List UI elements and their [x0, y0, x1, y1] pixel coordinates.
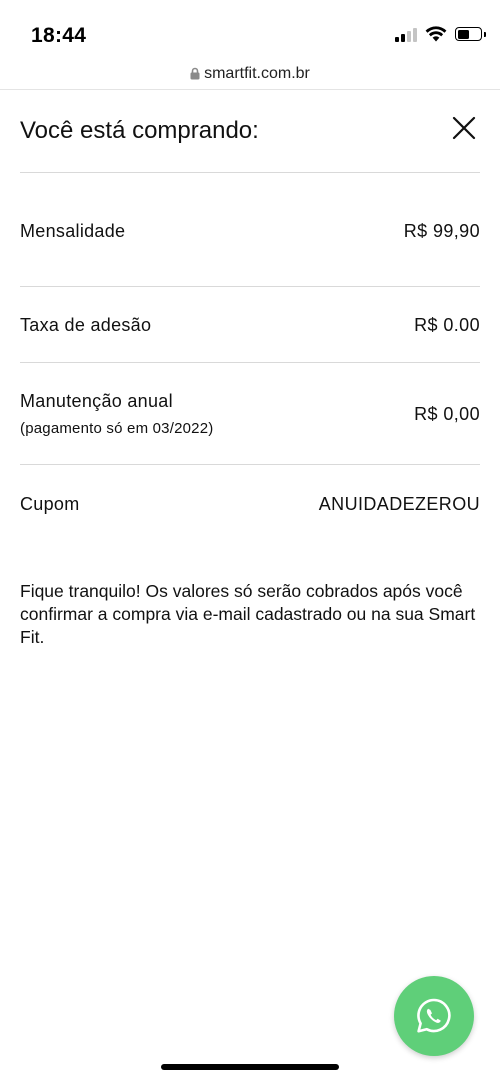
- status-bar: 18:44: [0, 0, 500, 60]
- battery-icon: [455, 27, 486, 41]
- cellular-signal-icon: [395, 26, 417, 42]
- close-icon: [452, 116, 476, 140]
- row-value: R$ 0,00: [414, 403, 480, 424]
- lock-icon: [190, 67, 200, 80]
- price-row-mensalidade: Mensalidade R$ 99,90: [20, 216, 480, 246]
- whatsapp-icon: [417, 998, 451, 1033]
- price-row-manutencao-anual: Manutenção anual (pagamento só em 03/202…: [20, 388, 480, 440]
- purchase-header: Você está comprando:: [20, 112, 480, 152]
- whatsapp-button[interactable]: [394, 976, 474, 1056]
- browser-url-bar[interactable]: smartfit.com.br: [0, 58, 500, 90]
- price-row-cupom: Cupom ANUIDADEZEROU: [20, 489, 480, 519]
- divider: [20, 362, 480, 363]
- price-row-taxa-adesao: Taxa de adesão R$ 0.00: [20, 310, 480, 340]
- divider: [20, 464, 480, 465]
- row-label: Manutenção anual: [20, 391, 173, 411]
- row-value: R$ 0.00: [414, 314, 480, 335]
- status-icons: [395, 26, 486, 42]
- divider: [20, 286, 480, 287]
- row-label: Mensalidade: [20, 220, 126, 241]
- row-label: Cupom: [20, 493, 80, 514]
- page-title: Você está comprando:: [20, 117, 259, 144]
- row-sublabel: (pagamento só em 03/2022): [20, 420, 214, 437]
- home-indicator: [161, 1064, 339, 1070]
- divider: [20, 172, 480, 173]
- row-label: Taxa de adesão: [20, 314, 152, 335]
- url-text: smartfit.com.br: [204, 64, 310, 82]
- status-time: 18:44: [31, 24, 87, 47]
- wifi-icon: [425, 26, 447, 42]
- coupon-code: ANUIDADEZEROU: [318, 493, 480, 514]
- row-value: R$ 99,90: [403, 220, 480, 241]
- close-button[interactable]: [448, 112, 480, 144]
- payment-notice: Fique tranquilo! Os valores só serão cob…: [20, 581, 476, 647]
- row-label-group: Manutenção anual (pagamento só em 03/202…: [20, 391, 213, 437]
